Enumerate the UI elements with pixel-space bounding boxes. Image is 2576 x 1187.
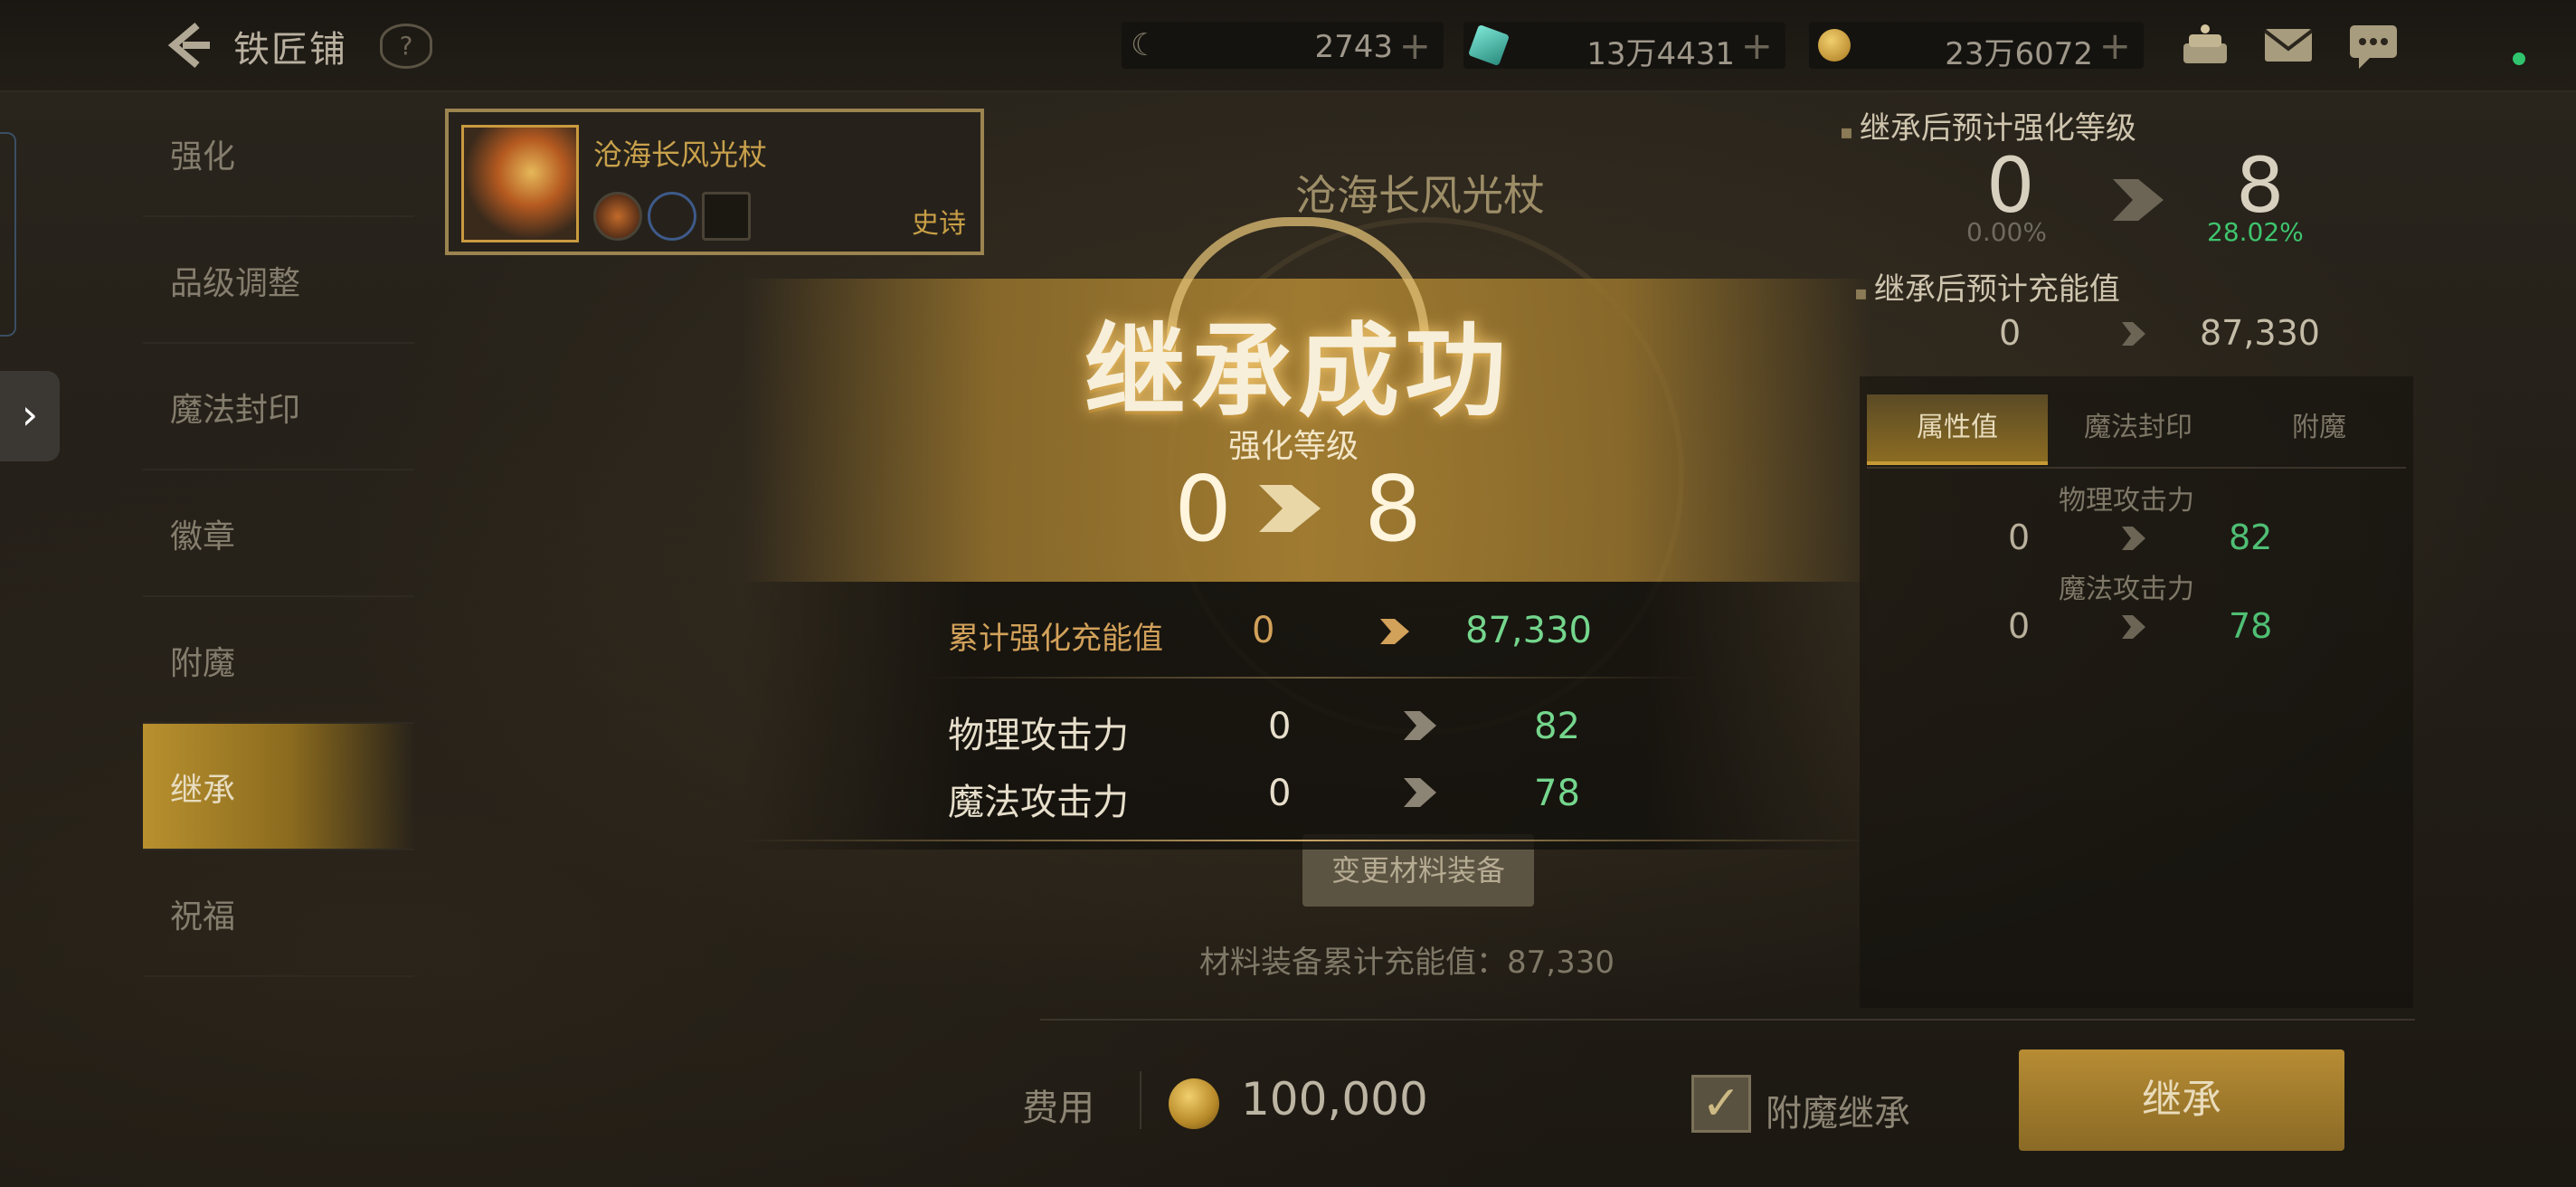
arrow-right-icon xyxy=(2113,179,2164,221)
arrow-right-icon xyxy=(1404,711,1436,740)
arrow-right-icon xyxy=(2122,527,2145,550)
stat-from: 0 xyxy=(1268,706,1292,747)
gem-icon xyxy=(1467,24,1511,67)
item-grade: 史诗 xyxy=(912,208,966,240)
cake-icon[interactable] xyxy=(2176,18,2234,72)
sidebar-item-label: 徽章 xyxy=(170,518,236,556)
top-bar: 铁匠铺 ? ☾ 2743 + 13万4431 + 23万6072 + xyxy=(0,0,2576,92)
stat-from: 0 xyxy=(2008,606,2031,646)
success-title: 继承成功 xyxy=(1084,313,1511,431)
enhance-level-to: 8 xyxy=(1364,456,1422,562)
stat-from: 0 xyxy=(1268,773,1292,814)
status-dot xyxy=(2513,52,2525,65)
stat-to: 82 xyxy=(1534,706,1580,747)
divider xyxy=(1140,1071,1141,1129)
gold-coin-icon xyxy=(1169,1078,1219,1129)
socket-icon xyxy=(648,192,696,241)
arrow-right-icon xyxy=(2122,615,2145,639)
arrow-right-icon xyxy=(1404,778,1436,807)
stat-to: 87,330 xyxy=(1465,610,1592,651)
center-item-title: 沧海长风光杖 xyxy=(1295,171,1545,220)
sidebar-item-label: 继承 xyxy=(170,772,236,809)
stat-label: 物理攻击力 xyxy=(948,715,1129,756)
divider xyxy=(1867,467,2406,469)
sidebar-item-inherit[interactable]: 继承 xyxy=(143,724,414,850)
stat-to: 78 xyxy=(2229,606,2273,646)
success-stats xyxy=(742,582,1872,850)
sidebar-item-magic-seal[interactable]: 魔法封印 xyxy=(143,344,414,470)
cost-label: 费用 xyxy=(1022,1087,1094,1129)
sidebar-item-emblem[interactable]: 徽章 xyxy=(143,470,414,597)
add-gold-button[interactable]: + xyxy=(2099,24,2131,68)
tab-magic-seal[interactable]: 魔法封印 xyxy=(2048,394,2229,461)
empty-socket-icon xyxy=(702,192,751,241)
enchant-inherit-label[interactable]: 附魔继承 xyxy=(1766,1084,1910,1136)
level-to-pct: 28.02% xyxy=(2207,217,2304,247)
sidebar-item-grade-adjust[interactable]: 品级调整 xyxy=(143,217,414,344)
sidebar-item-label: 魔法封印 xyxy=(170,392,301,429)
staff-icon xyxy=(461,125,579,242)
add-moon-button[interactable]: + xyxy=(1399,24,1431,68)
arrow-right-icon xyxy=(2122,322,2145,346)
enchant-inherit-checkbox[interactable]: ✓ xyxy=(1691,1075,1751,1133)
stat-to: 82 xyxy=(2229,518,2273,557)
currency-value: 13万4431 xyxy=(1586,36,1735,72)
stat-label: 魔法攻击力 xyxy=(948,782,1129,823)
sidebar-item-label: 品级调整 xyxy=(170,265,301,302)
enhance-level-from: 0 xyxy=(1174,456,1232,562)
tab-attributes[interactable]: 属性值 xyxy=(1867,394,2048,465)
material-total: 材料装备累计充能值：87,330 xyxy=(1199,937,1615,982)
stat-from: 0 xyxy=(2008,518,2031,557)
charge-to: 87,330 xyxy=(2200,313,2320,353)
stat-label: 累计强化充能值 xyxy=(948,621,1163,657)
inherit-button[interactable]: 继承 xyxy=(2019,1049,2344,1151)
sidebar-item-enchant[interactable]: 附魔 xyxy=(143,597,414,724)
currency-value: 23万6072 xyxy=(1945,36,2093,72)
tab-enchant[interactable]: 附魔 xyxy=(2229,394,2410,461)
currency-gem: 13万4431 + xyxy=(1463,22,1785,72)
sidebar-item-label: 附魔 xyxy=(170,645,236,682)
mail-icon[interactable] xyxy=(2259,18,2317,72)
help-icon[interactable]: ? xyxy=(380,24,432,69)
cost-value: 100,000 xyxy=(1241,1073,1428,1125)
currency-moon: ☾ 2743 + xyxy=(1122,22,1444,69)
currency-gold: 23万6072 + xyxy=(1809,22,2144,72)
sidebar-item-bless[interactable]: 祝福 xyxy=(143,850,414,977)
back-arrow-icon[interactable] xyxy=(161,18,215,72)
stat-label: 魔法攻击力 xyxy=(2059,574,2194,605)
edge-handle[interactable] xyxy=(0,132,16,337)
material-total-label: 材料装备累计充能值： xyxy=(1199,945,1507,981)
footer-divider xyxy=(1040,1019,2415,1021)
stat-to: 78 xyxy=(1534,773,1580,814)
divider xyxy=(923,677,1700,679)
chat-icon[interactable] xyxy=(2344,18,2402,72)
charge-heading: 继承后预计充能值 xyxy=(1854,264,2120,309)
sidebar-item-label: 祝福 xyxy=(170,898,236,935)
sidebar-item-enhance[interactable]: 强化 xyxy=(143,90,414,217)
page-title: 铁匠铺 xyxy=(233,29,347,71)
stat-from: 0 xyxy=(1252,610,1275,651)
expand-panel-button[interactable]: › xyxy=(0,371,60,461)
gold-coin-icon xyxy=(1818,29,1851,62)
divider xyxy=(742,840,1872,841)
add-gem-button[interactable]: + xyxy=(1741,24,1773,68)
item-name: 沧海长风光杖 xyxy=(593,138,768,172)
currency-value: 2743 xyxy=(1314,29,1393,65)
material-total-value: 87,330 xyxy=(1507,945,1615,981)
arrow-right-icon xyxy=(1380,619,1409,644)
sidebar-item-label: 强化 xyxy=(170,138,236,176)
arrow-right-icon xyxy=(1259,485,1321,532)
detail-panel: 属性值 魔法封印 附魔 xyxy=(1860,376,2413,1008)
selected-item-card[interactable]: 沧海长风光杖 史诗 xyxy=(445,109,984,255)
charge-from: 0 xyxy=(1999,313,2022,353)
stat-label: 物理攻击力 xyxy=(2059,485,2194,517)
level-from-pct: 0.00% xyxy=(1966,217,2047,247)
moon-icon: ☾ xyxy=(1131,27,1159,63)
sidebar: 强化 品级调整 魔法封印 徽章 附魔 继承 祝福 xyxy=(143,90,414,977)
socket-icon xyxy=(593,192,642,241)
